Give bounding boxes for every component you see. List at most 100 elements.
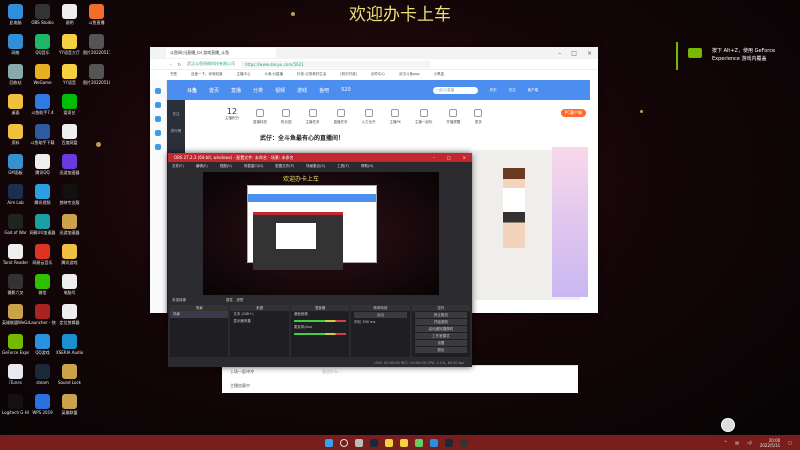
scene-item[interactable]: 场景: [170, 311, 229, 318]
desktop-icon[interactable]: 迅游加速器: [56, 153, 83, 180]
desktop-icon[interactable]: God of War: [2, 213, 29, 240]
desktop-icon[interactable]: OBS Studio: [29, 3, 56, 30]
maximize-icon[interactable]: □: [571, 50, 577, 57]
side-follow[interactable]: 关注: [167, 112, 185, 117]
desktop-icon[interactable]: 爱奇艺: [56, 93, 83, 120]
desktop-icon[interactable]: 微信: [29, 273, 56, 300]
desktop-icon[interactable]: 定位剪辑器: [56, 303, 83, 330]
bookmark-item[interactable]: [知识付费]: [340, 72, 357, 77]
obs-icon[interactable]: [460, 438, 468, 447]
control-button[interactable]: 启动虚拟摄像机: [414, 326, 468, 332]
bookmark-item[interactable]: 小黑盒: [434, 72, 445, 77]
bookmark-item[interactable]: 创作中心: [371, 72, 385, 77]
desktop-icon[interactable]: GM面板: [2, 153, 29, 180]
menu-item[interactable]: 文件(F): [172, 164, 184, 169]
tool-item[interactable]: 主播一起玩: [415, 107, 432, 125]
back-icon[interactable]: ‹: [170, 62, 172, 67]
chevron-up-icon[interactable]: ^: [724, 440, 727, 445]
nav-item[interactable]: 游戏: [297, 87, 307, 94]
clock-date[interactable]: 2022/5/11: [760, 443, 781, 448]
menu-item[interactable]: 停靠窗口(D): [244, 164, 263, 169]
bookmark-item[interactable]: 主播中心: [237, 72, 251, 77]
start-icon[interactable]: [325, 438, 333, 447]
tool-item[interactable]: 火力全开: [362, 107, 376, 125]
desktop-icon[interactable]: 剪映专业版: [56, 183, 83, 210]
desktop-icon[interactable]: 腾讯视频: [29, 183, 56, 210]
notification-icon[interactable]: ▢: [788, 440, 792, 445]
volume-meter[interactable]: [293, 320, 347, 322]
desktop-icon[interactable]: 斗鱼助手7.4: [29, 93, 56, 120]
desktop-icon[interactable]: YY语音大厅: [56, 33, 83, 60]
desktop-icon[interactable]: 图片20220510: [83, 63, 110, 90]
desktop-icon[interactable]: 说明: [56, 3, 83, 30]
control-button[interactable]: 设置: [414, 340, 468, 346]
menu-item[interactable]: 编辑(E): [196, 164, 208, 169]
menu-item[interactable]: 工具(T): [337, 164, 349, 169]
bookmark-item[interactable]: 书签: [170, 72, 177, 77]
minimize-icon[interactable]: –: [433, 155, 435, 160]
desktop-icon[interactable]: Tarot Reader: [2, 243, 29, 270]
desktop-icon[interactable]: 桌面: [2, 93, 29, 120]
volume-meter[interactable]: [293, 333, 347, 335]
nav-item[interactable]: 520: [341, 87, 351, 93]
steam-icon[interactable]: [445, 438, 453, 447]
desktop-icon[interactable]: 斗鱼助手下载: [29, 123, 56, 150]
qq-browser-icon[interactable]: [430, 438, 438, 447]
control-button[interactable]: 退出: [414, 347, 468, 353]
nav-item[interactable]: 鱼吧: [319, 87, 329, 94]
desktop-icon[interactable]: iTunes: [2, 363, 29, 390]
control-button[interactable]: 停止推流: [414, 312, 468, 318]
search-input[interactable]: 一起小J直播: [432, 86, 478, 94]
tool-item[interactable]: 粉丝团: [281, 107, 292, 125]
desktop-icon[interactable]: XSERIA Audio: [56, 333, 83, 360]
menu-item[interactable]: 配置文件(P): [275, 164, 294, 169]
address-bar[interactable]: https://www.douyu.com/5621: [240, 60, 431, 68]
bookmark-item[interactable]: 武汉斗鱼app: [399, 72, 420, 77]
transition-select[interactable]: 淡出: [354, 312, 407, 318]
desktop-icon[interactable]: Launcher - 快捷方式: [29, 303, 56, 330]
desktop-icon[interactable]: 迅游加速器: [56, 213, 83, 240]
search-icon[interactable]: [340, 438, 348, 447]
close-icon[interactable]: ×: [463, 155, 466, 160]
desktop-icon[interactable]: 英雄联盟WeGame版: [2, 303, 29, 330]
duration-input[interactable]: 300 ms: [362, 320, 375, 324]
menu-item[interactable]: 帮助(H): [361, 164, 373, 169]
menu-item[interactable]: 视图(V): [220, 164, 232, 169]
chat-input[interactable]: 说点什么...: [322, 369, 342, 375]
desktop-icon[interactable]: Logitech G HUB: [2, 393, 29, 420]
browser-tab[interactable]: 斗鱼网小J直播_lol 游戏直播_斗鱼: [166, 48, 276, 58]
bookmark-item[interactable]: 百度一下，你就知道: [191, 72, 223, 77]
desktop-icon[interactable]: 百度网盘: [56, 123, 83, 150]
nav-item[interactable]: 直播: [231, 87, 241, 94]
nav-right-item[interactable]: 历史: [490, 88, 497, 93]
desktop-icon[interactable]: Sound Lock: [56, 363, 83, 390]
tool-item[interactable]: 开播提醒: [446, 107, 460, 125]
douyu-logo[interactable]: 斗鱼: [187, 87, 197, 94]
nav-item[interactable]: 首页: [209, 87, 219, 94]
yy-icon[interactable]: [385, 438, 393, 447]
user-avatar[interactable]: [721, 418, 735, 432]
desktop-icon[interactable]: 腾讯游戏: [56, 243, 83, 270]
source-item[interactable]: 文本 (GDI+): [230, 311, 288, 318]
browser-icon[interactable]: [415, 438, 423, 447]
tool-item[interactable]: 主播任务: [306, 107, 320, 125]
obs-preview[interactable]: 欢迎办卡上车: [203, 172, 439, 295]
desktop-icon[interactable]: YY语音: [56, 63, 83, 90]
bookmark-item[interactable]: 斗鱼小J直播: [265, 72, 284, 77]
pc-client-button[interactable]: PC客户端: [560, 109, 586, 117]
bookmark-item[interactable]: 抖音-记录美好生活: [297, 72, 326, 77]
steam-icon[interactable]: [370, 438, 378, 447]
reload-icon[interactable]: ↻: [178, 62, 181, 67]
desktop-icon[interactable]: WeGame: [29, 63, 56, 90]
desktop-icon[interactable]: 电脑号: [56, 273, 83, 300]
tool-item[interactable]: 直播特权: [253, 107, 267, 125]
task-view-icon[interactable]: [355, 438, 363, 447]
desktop-icon[interactable]: 图片20220511: [83, 33, 110, 60]
desktop-icon[interactable]: 网易UU加速器: [29, 213, 56, 240]
desktop-icon[interactable]: 网易云音乐: [29, 243, 56, 270]
nav-item[interactable]: 视频: [275, 87, 285, 94]
anchor-score[interactable]: 12 主播积分: [225, 107, 239, 125]
desktop-icon[interactable]: QQ音乐: [29, 33, 56, 60]
desktop-icon[interactable]: QQ游戏: [29, 333, 56, 360]
desktop-icon[interactable]: 资料: [2, 123, 29, 150]
